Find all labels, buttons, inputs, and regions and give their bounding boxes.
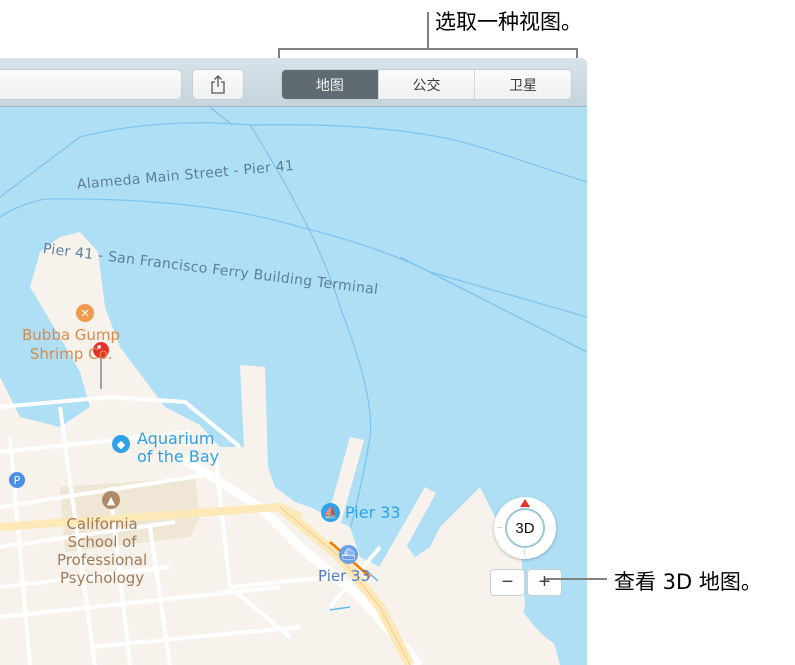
maps-window: 地图 公交 卫星 Alameda Main Street - Pier 41 P… — [0, 58, 587, 665]
share-button[interactable] — [192, 69, 244, 100]
zoom-in-button[interactable]: + — [527, 569, 562, 596]
sailboat-icon: ⛵ — [321, 503, 340, 522]
parking-icon[interactable]: P — [9, 472, 25, 488]
tab-transit[interactable]: 公交 — [377, 70, 475, 99]
callout-line-vertical — [427, 12, 429, 49]
ship-icon: ⛴ — [339, 545, 358, 564]
callout-view-3d: 查看 3D 地图。 — [614, 570, 762, 594]
tab-satellite[interactable]: 卫星 — [474, 70, 571, 99]
compass-tick — [497, 527, 502, 528]
poi-pier-33-ferry[interactable]: Pier 33 — [318, 567, 370, 585]
view-mode-segmented-control: 地图 公交 卫星 — [281, 69, 572, 100]
compass-control[interactable]: 3D — [494, 497, 556, 559]
poi-aquarium[interactable]: Aquarium of the Bay — [137, 430, 219, 466]
north-indicator-icon — [520, 499, 530, 507]
share-icon — [211, 74, 225, 94]
dolphin-icon: ◆ — [112, 435, 130, 453]
zoom-controls: − + — [490, 569, 562, 596]
callout-bracket-top — [278, 48, 578, 50]
callout-line-3d — [545, 578, 607, 580]
graduation-cap-icon: ▲ — [102, 491, 120, 509]
callout-choose-view: 选取一种视图。 — [435, 10, 582, 34]
3d-button[interactable]: 3D — [505, 508, 545, 548]
search-input[interactable] — [0, 69, 182, 100]
compass-tick — [524, 550, 525, 555]
poi-bubba-gump[interactable]: Bubba Gump Shrimp Co. — [22, 326, 120, 364]
tab-map[interactable]: 地图 — [282, 70, 378, 99]
poi-california-school[interactable]: California School of Professional Psycho… — [57, 515, 147, 587]
toolbar: 地图 公交 卫星 — [0, 58, 587, 107]
poi-pier-33-marina[interactable]: Pier 33 — [345, 504, 401, 522]
zoom-out-button[interactable]: − — [490, 569, 525, 596]
fork-knife-icon: ✕ — [76, 304, 94, 322]
